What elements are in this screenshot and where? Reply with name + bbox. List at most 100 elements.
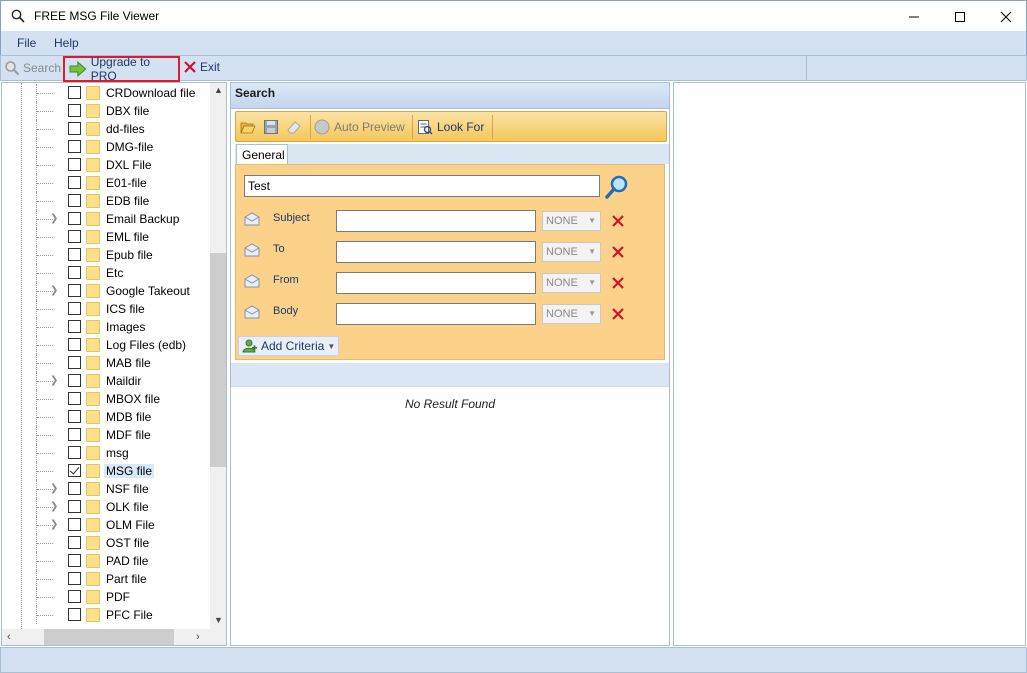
tree-item[interactable]: PFC File xyxy=(2,606,210,624)
criteria-operator-select[interactable]: NONE ▼ xyxy=(542,242,601,262)
tree-item[interactable]: ❯ Google Takeout xyxy=(2,282,210,300)
scroll-right-icon[interactable]: › xyxy=(196,631,200,643)
chevron-right-icon[interactable]: ❯ xyxy=(50,375,58,386)
remove-criteria-icon[interactable] xyxy=(610,213,626,229)
tab-general[interactable]: General xyxy=(236,144,288,165)
tree-item[interactable]: PDF xyxy=(2,588,210,606)
tree-item-checkbox[interactable] xyxy=(68,428,81,441)
chevron-right-icon[interactable]: ❯ xyxy=(50,501,58,512)
tree-item[interactable]: ❯ Email Backup xyxy=(2,210,210,228)
magnifier-icon[interactable] xyxy=(604,174,630,200)
tree-item[interactable]: EML file xyxy=(2,228,210,246)
tree-item[interactable]: ❯ NSF file xyxy=(2,480,210,498)
tree-item-checkbox[interactable] xyxy=(68,338,81,351)
tree-item-checkbox[interactable] xyxy=(68,590,81,603)
chevron-right-icon[interactable]: ❯ xyxy=(50,213,58,224)
remove-criteria-icon[interactable] xyxy=(610,275,626,291)
tree-item[interactable]: DBX file xyxy=(2,102,210,120)
chevron-right-icon[interactable]: ❯ xyxy=(50,285,58,296)
tree-item[interactable]: MDF file xyxy=(2,426,210,444)
criteria-operator-select[interactable]: NONE ▼ xyxy=(542,273,601,293)
maximize-button[interactable] xyxy=(937,1,983,32)
tree-item-checkbox[interactable] xyxy=(68,572,81,585)
tree-item-checkbox[interactable] xyxy=(68,194,81,207)
tree-item-checkbox[interactable] xyxy=(68,392,81,405)
criteria-operator-select[interactable]: NONE ▼ xyxy=(542,211,601,231)
tree-item[interactable]: EDB file xyxy=(2,192,210,210)
chevron-right-icon[interactable]: ❯ xyxy=(50,483,58,494)
tree-item-checkbox[interactable] xyxy=(68,608,81,621)
look-for-button[interactable]: Look For xyxy=(437,120,484,134)
tree-item-checkbox[interactable] xyxy=(68,446,81,459)
tree-item-checkbox[interactable] xyxy=(68,536,81,549)
tree-item-checkbox[interactable] xyxy=(68,320,81,333)
tree-item-checkbox[interactable] xyxy=(68,104,81,117)
menu-file[interactable]: File xyxy=(17,36,36,50)
tree-horizontal-scrollbar[interactable]: ‹ › xyxy=(2,629,210,645)
tree-item[interactable]: Epub file xyxy=(2,246,210,264)
tree-item[interactable]: ❯ Maildir xyxy=(2,372,210,390)
tree-item[interactable]: msg xyxy=(2,444,210,462)
eraser-icon[interactable] xyxy=(286,119,302,135)
criteria-operator-select[interactable]: NONE ▼ xyxy=(542,304,601,324)
add-criteria-button[interactable]: Add Criteria ▼ xyxy=(238,336,340,356)
criteria-input[interactable] xyxy=(336,210,536,232)
tree-item-checkbox[interactable] xyxy=(68,356,81,369)
save-icon[interactable] xyxy=(263,119,279,135)
upgrade-to-pro-button[interactable]: Upgrade to PRO xyxy=(63,55,180,83)
tree-item-checkbox[interactable] xyxy=(68,248,81,261)
tree-item-checkbox[interactable] xyxy=(68,212,81,225)
tree-item-checkbox[interactable] xyxy=(68,464,81,477)
tree-item[interactable]: CRDownload file xyxy=(2,84,210,102)
tree-item-checkbox[interactable] xyxy=(68,266,81,279)
tree-item-checkbox[interactable] xyxy=(68,284,81,297)
close-button[interactable] xyxy=(983,1,1027,32)
scroll-thumb[interactable] xyxy=(210,253,226,467)
search-input[interactable] xyxy=(244,175,600,197)
menu-help[interactable]: Help xyxy=(54,36,79,50)
criteria-input[interactable] xyxy=(336,303,536,325)
criteria-input[interactable] xyxy=(336,272,536,294)
tree-item-checkbox[interactable] xyxy=(68,518,81,531)
tree-item-checkbox[interactable] xyxy=(68,140,81,153)
remove-criteria-icon[interactable] xyxy=(610,244,626,260)
tree-item-checkbox[interactable] xyxy=(68,374,81,387)
auto-preview-button[interactable]: Auto Preview xyxy=(334,120,405,134)
scroll-down-icon[interactable]: ▼ xyxy=(214,615,223,625)
tree-item-checkbox[interactable] xyxy=(68,176,81,189)
tree-item[interactable]: Part file xyxy=(2,570,210,588)
tree-item[interactable]: ❯ OLK file xyxy=(2,498,210,516)
chevron-right-icon[interactable]: ❯ xyxy=(50,519,58,530)
tree-item[interactable]: MSG file xyxy=(2,462,210,480)
tree-item[interactable]: E01-file xyxy=(2,174,210,192)
tree-item-checkbox[interactable] xyxy=(68,302,81,315)
tree-item-checkbox[interactable] xyxy=(68,158,81,171)
tree-item[interactable]: Etc xyxy=(2,264,210,282)
tree-item[interactable]: ICS file xyxy=(2,300,210,318)
tree-item[interactable]: ❯ OLM File xyxy=(2,516,210,534)
tree-item[interactable]: Images xyxy=(2,318,210,336)
tree-item-checkbox[interactable] xyxy=(68,554,81,567)
tree-item-checkbox[interactable] xyxy=(68,500,81,513)
exit-button[interactable]: Exit xyxy=(183,60,220,74)
criteria-input[interactable] xyxy=(336,241,536,263)
tree-item[interactable]: OST file xyxy=(2,534,210,552)
tree-item[interactable]: DMG-file xyxy=(2,138,210,156)
tree-item[interactable]: DXL File xyxy=(2,156,210,174)
tree-item[interactable]: Log Files (edb) xyxy=(2,336,210,354)
remove-criteria-icon[interactable] xyxy=(610,306,626,322)
tree-item-checkbox[interactable] xyxy=(68,230,81,243)
minimize-button[interactable] xyxy=(891,1,937,32)
tree-item[interactable]: MAB file xyxy=(2,354,210,372)
tree-item[interactable]: dd-files xyxy=(2,120,210,138)
search-button[interactable]: Search xyxy=(4,60,61,76)
scroll-left-icon[interactable]: ‹ xyxy=(7,631,11,643)
tree-item-checkbox[interactable] xyxy=(68,482,81,495)
tree-item-checkbox[interactable] xyxy=(68,410,81,423)
scroll-up-icon[interactable]: ▲ xyxy=(214,85,223,95)
tree-item[interactable]: MDB file xyxy=(2,408,210,426)
open-folder-icon[interactable] xyxy=(240,119,256,135)
tree-item-checkbox[interactable] xyxy=(68,86,81,99)
tree-vertical-scrollbar[interactable]: ▲ ▼ xyxy=(210,83,226,629)
tree-item[interactable]: PAD file xyxy=(2,552,210,570)
